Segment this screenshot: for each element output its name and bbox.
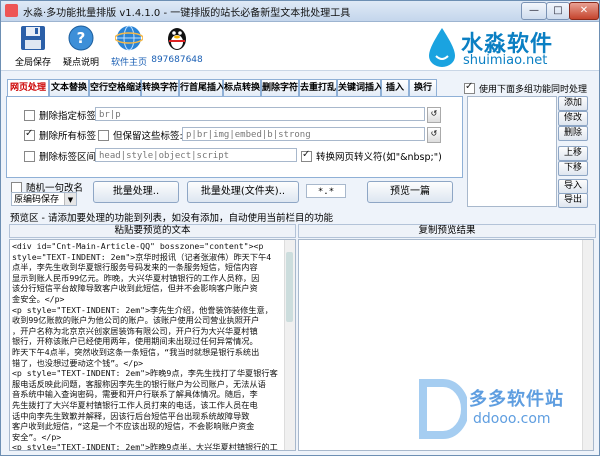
keep-tags-reset-button[interactable]: ↺ [427, 127, 441, 143]
remove-region-label: 删除标签区间 [39, 152, 97, 163]
tab-text-replace[interactable]: 文本替换 [49, 79, 89, 96]
remove-tags-checkbox-row[interactable]: 删除指定标签 [24, 108, 96, 122]
qq-penguin-icon [163, 24, 191, 52]
use-multiple-label: 使用下面多组功能同时处理 [479, 85, 588, 95]
tab-web-processing[interactable]: 网页处理 [7, 79, 49, 97]
chevron-down-icon: ▼ [64, 193, 76, 205]
remove-tags-checkbox[interactable] [24, 110, 35, 121]
tab-line-insert[interactable]: 行首尾插入 [179, 79, 225, 96]
app-window: 水淼·多功能批量排版 v1.4.1.0 - 一键排版的站长必备新型文本批处理工具… [0, 0, 600, 456]
watermark-logo-icon [419, 379, 469, 439]
tab-insert[interactable]: 插入 [381, 79, 409, 96]
watermark-title: 多多软件站 [469, 389, 564, 410]
import-button[interactable]: 导入 [558, 179, 588, 194]
keep-tags-label: 但保留这些标签: [113, 131, 183, 142]
close-button[interactable]: ✕ [569, 2, 599, 20]
function-list[interactable] [467, 96, 557, 207]
remove-all-tags-label: 删除所有标签 [39, 131, 97, 142]
remove-all-tags-checkbox[interactable] [24, 128, 35, 141]
app-icon [5, 4, 18, 17]
keep-tags-row[interactable]: 但保留这些标签: [98, 128, 183, 142]
keep-tags-checkbox[interactable] [98, 130, 109, 141]
tab-convert-chars[interactable]: 转换字符 [141, 79, 179, 96]
tab-keyword-insert[interactable]: 关键词插入 [337, 79, 383, 96]
encoding-value: 原编码保存 [14, 195, 60, 205]
remove-all-tags-row[interactable]: 删除所有标签 [24, 128, 96, 142]
convert-entities-checkbox[interactable] [301, 149, 312, 162]
keep-tags-input[interactable]: p|br|img|embed|b|strong [182, 127, 425, 141]
move-down-button[interactable]: 下移 [558, 161, 588, 176]
batch-folder-button[interactable]: 批量处理(文件夹).. [187, 181, 299, 203]
add-button[interactable]: 添加 [558, 96, 588, 111]
qq-button[interactable]: 897687648 [149, 24, 205, 68]
use-multiple-row[interactable]: 使用下面多组功能同时处理 [464, 81, 594, 96]
use-multiple-checkbox[interactable] [464, 81, 475, 94]
batch-process-button[interactable]: 批量处理.. [93, 181, 179, 203]
remove-region-row[interactable]: 删除标签区间 [24, 149, 96, 163]
maximize-button[interactable]: □ [546, 2, 570, 20]
edit-button[interactable]: 修改 [558, 111, 588, 126]
tab-dedupe-shuffle[interactable]: 去重打乱 [299, 79, 337, 96]
globe-icon [115, 24, 143, 52]
source-text: <div id="Cnt-Main-Article-QQ" bosszone="… [12, 241, 278, 451]
preview-one-button[interactable]: 预览一篇 [367, 181, 453, 203]
move-up-button[interactable]: 上移 [558, 146, 588, 161]
water-drop-icon [429, 28, 455, 67]
source-scrollbar[interactable] [284, 240, 295, 450]
source-textarea[interactable]: <div id="Cnt-Main-Article-QQ" bosszone="… [9, 239, 296, 451]
floppy-disk-icon [19, 24, 47, 52]
remove-tags-label: 删除指定标签 [39, 111, 97, 122]
scroll-thumb[interactable] [286, 252, 293, 322]
tab-punctuation[interactable]: 标点转换 [223, 79, 261, 96]
brand-domain: shuimiao.net [463, 53, 548, 68]
export-button[interactable]: 导出 [558, 193, 588, 208]
remove-region-checkbox[interactable] [24, 151, 35, 162]
watermark: 多多软件站 ddooo.com [415, 379, 595, 443]
question-icon: ? [67, 24, 95, 52]
preview-hint: 预览区 - 请添加要处理的功能到列表，如没有添加，自动使用当前栏目的功能 [10, 213, 333, 224]
remove-region-input[interactable]: head|style|object|script [95, 148, 297, 162]
minimize-button[interactable]: — [521, 2, 547, 20]
tab-delete-chars[interactable]: 删除字符 [261, 79, 299, 96]
tab-newline[interactable]: 换行 [409, 79, 437, 96]
source-pane-header: 粘贴要预览的文本 [9, 224, 296, 238]
qq-number: 897687648 [151, 55, 203, 65]
remove-tags-input[interactable]: br|p [95, 107, 425, 121]
convert-entities-row[interactable]: 转换网页转义符(如"&nbsp;") [301, 149, 442, 163]
toolbar: 全局保存 ? 疑点说明 软件主页 897687648 水淼软件 shuimiao… [1, 22, 599, 71]
watermark-domain: ddooo.com [473, 411, 551, 427]
brand-logo: 水淼软件 shuimiao.net [425, 26, 595, 68]
window-title: 水淼·多功能批量排版 v1.4.1.0 - 一键排版的站长必备新型文本批处理工具 [23, 8, 351, 19]
remove-tags-reset-button[interactable]: ↺ [427, 107, 441, 123]
tab-blank-indent[interactable]: 空行空格缩进 [89, 79, 144, 96]
title-bar: 水淼·多功能批量排版 v1.4.1.0 - 一键排版的站长必备新型文本批处理工具… [1, 1, 599, 22]
result-pane-header: 复制预览结果 [298, 224, 596, 238]
svg-text:?: ? [77, 29, 86, 47]
encoding-select[interactable]: 原编码保存 ▼ [11, 192, 77, 206]
delete-button[interactable]: 删除 [558, 126, 588, 141]
file-pattern-input[interactable]: *.* [306, 184, 346, 198]
convert-entities-label: 转换网页转义符(如"&nbsp;") [316, 152, 442, 163]
